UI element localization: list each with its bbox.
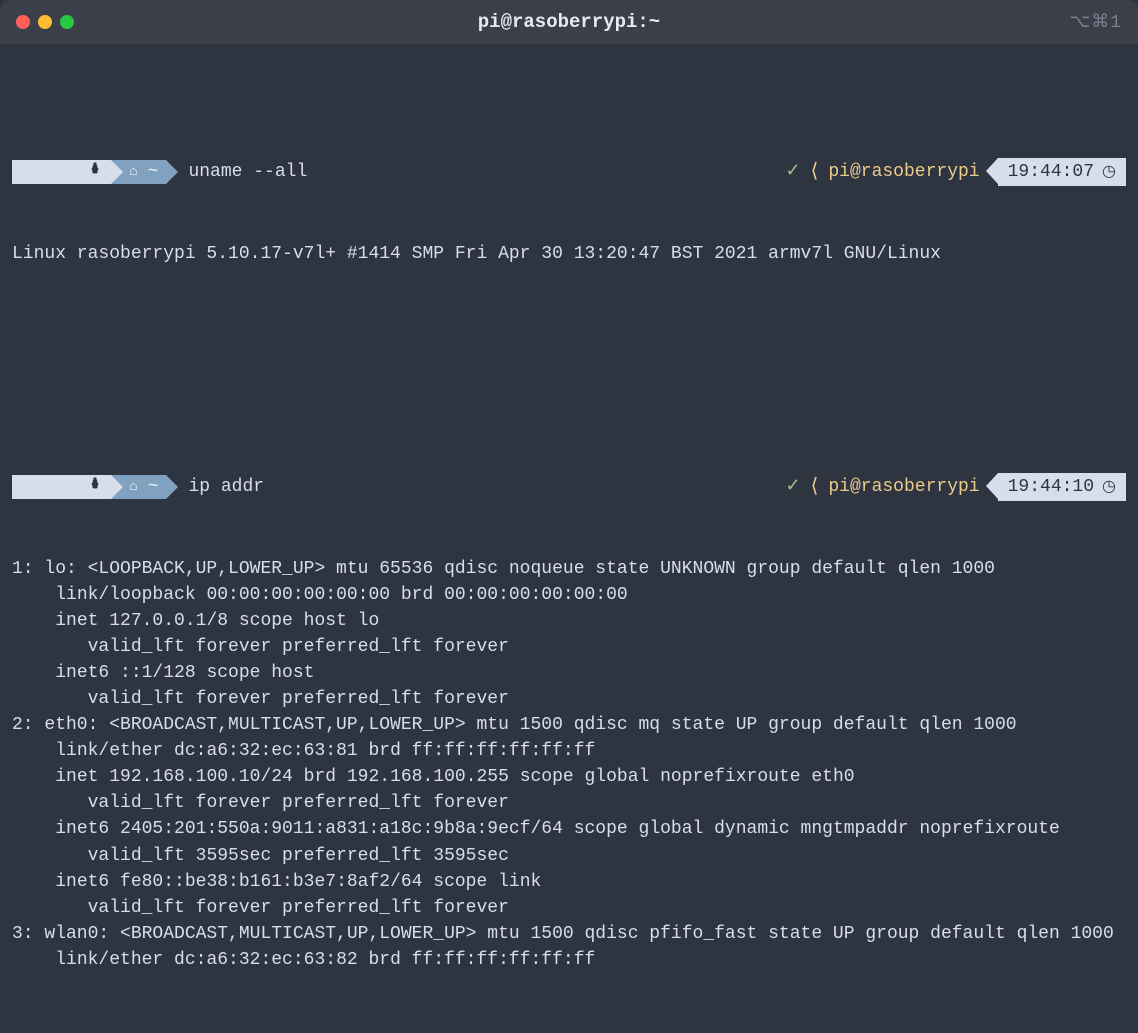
time-text: 19:44:07: [1008, 159, 1094, 185]
right-status: ✓ ⟨ pi@rasoberrypi 19:44:07 ◷: [785, 158, 1126, 187]
path-tilde: ~: [148, 474, 159, 500]
traffic-lights: [16, 15, 74, 29]
home-icon: ⌂: [129, 477, 137, 497]
angle-separator-icon: ⟨: [811, 158, 819, 187]
os-segment: [12, 475, 111, 499]
prompt-row: ⌂ ~ uname --all ✓ ⟨ pi@rasoberrypi 19:44…: [12, 158, 1126, 186]
command-text: ip addr: [188, 474, 264, 500]
window-shortcut-indicator: ⌥⌘1: [1069, 11, 1122, 33]
close-button[interactable]: [16, 15, 30, 29]
terminal-body[interactable]: ⌂ ~ uname --all ✓ ⟨ pi@rasoberrypi 19:44…: [0, 44, 1138, 1033]
time-segment: 19:44:10 ◷: [998, 473, 1126, 501]
time-segment: 19:44:07 ◷: [998, 158, 1126, 186]
home-icon: ⌂: [129, 162, 137, 182]
right-status: ✓ ⟨ pi@rasoberrypi 19:44:10 ◷: [785, 473, 1126, 502]
command-output: Linux rasoberrypi 5.10.17-v7l+ #1414 SMP…: [12, 241, 1126, 267]
command-text: uname --all: [188, 159, 307, 185]
status-check-icon: ✓: [785, 474, 800, 500]
user-host: pi@rasoberrypi: [828, 159, 979, 185]
time-text: 19:44:10: [1008, 474, 1094, 500]
clock-icon: ◷: [1102, 161, 1116, 184]
maximize-button[interactable]: [60, 15, 74, 29]
window-title: pi@rasoberrypi:~: [478, 11, 660, 33]
command-output: 1: lo: <LOOPBACK,UP,LOWER_UP> mtu 65536 …: [12, 556, 1126, 974]
titlebar: pi@rasoberrypi:~ ⌥⌘1: [0, 0, 1138, 44]
path-tilde: ~: [148, 159, 159, 185]
user-host: pi@rasoberrypi: [828, 474, 979, 500]
prompt-row: ⌂ ~ ip addr ✓ ⟨ pi@rasoberrypi 19:44:10 …: [12, 473, 1126, 501]
clock-icon: ◷: [1102, 476, 1116, 499]
angle-separator-icon: ⟨: [811, 473, 819, 502]
status-check-icon: ✓: [785, 159, 800, 185]
raspberry-pi-icon: [20, 139, 103, 205]
minimize-button[interactable]: [38, 15, 52, 29]
os-segment: [12, 160, 111, 184]
spacer: [12, 345, 1126, 367]
raspberry-pi-icon: [20, 454, 103, 520]
